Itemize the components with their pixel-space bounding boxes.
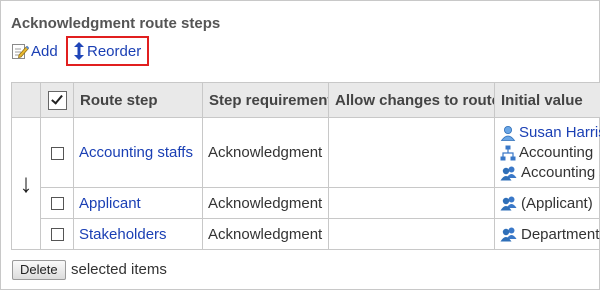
order-arrow-cell: ↓ bbox=[11, 117, 41, 250]
initial-value-cell: Department bbox=[494, 218, 600, 250]
initial-value-user-link[interactable]: Susan Harris bbox=[519, 124, 600, 141]
table-header-row: Route step Step requirement Allow change… bbox=[11, 82, 600, 118]
select-all-header bbox=[40, 82, 74, 118]
initial-value-item: Accounting s bbox=[500, 163, 600, 183]
row-checkbox[interactable] bbox=[50, 197, 64, 211]
row-checkbox[interactable] bbox=[50, 146, 64, 160]
route-step-cell: Stakeholders bbox=[73, 218, 203, 250]
initial-value-item: Department bbox=[500, 224, 600, 244]
initial-value-cell: Susan Harris Accounting Accounting s bbox=[494, 117, 600, 188]
initial-value-item: Susan Harris bbox=[500, 123, 600, 143]
initial-value-item: Accounting bbox=[500, 143, 600, 163]
initial-value-org: Accounting bbox=[519, 144, 594, 161]
row-checkbox-cell bbox=[40, 117, 74, 188]
table-row: Stakeholders Acknowledgment Department bbox=[12, 218, 600, 250]
initial-value-role: Accounting s bbox=[521, 164, 600, 181]
add-label: Add bbox=[31, 42, 58, 60]
allow-changes-header: Allow changes to route bbox=[328, 82, 495, 118]
users-group-icon bbox=[500, 196, 517, 211]
step-requirement-header: Step requirement bbox=[202, 82, 329, 118]
section-title: Acknowledgment route steps bbox=[11, 15, 221, 32]
route-steps-table: Route step Step requirement Allow change… bbox=[11, 82, 600, 250]
initial-value-item: (Applicant) bbox=[500, 193, 600, 213]
table-row: Applicant Acknowledgment (Applicant) bbox=[12, 187, 600, 219]
initial-value-cell: (Applicant) bbox=[494, 187, 600, 219]
row-checkbox[interactable] bbox=[50, 228, 64, 242]
route-step-link[interactable]: Applicant bbox=[79, 195, 141, 212]
up-down-arrow-icon bbox=[74, 42, 84, 60]
down-arrow-icon: ↓ bbox=[19, 168, 33, 198]
row-checkbox-cell bbox=[40, 187, 74, 219]
initial-value-role: Department bbox=[521, 225, 600, 243]
user-icon bbox=[500, 125, 516, 141]
delete-button[interactable]: Delete bbox=[12, 260, 66, 280]
table-row: ↓ Accounting staffs Acknowledgment Susan… bbox=[11, 117, 600, 250]
organization-icon bbox=[500, 145, 516, 160]
order-column-header bbox=[11, 82, 41, 118]
route-step-link[interactable]: Accounting staffs bbox=[79, 144, 193, 161]
edit-note-icon bbox=[12, 44, 29, 59]
reorder-link[interactable]: Reorder bbox=[66, 36, 150, 66]
initial-value-role: (Applicant) bbox=[521, 194, 593, 212]
route-step-cell: Applicant bbox=[73, 187, 203, 219]
allow-changes-cell bbox=[328, 187, 495, 219]
route-step-link[interactable]: Stakeholders bbox=[79, 226, 167, 243]
step-requirement-cell: Acknowledgment bbox=[202, 218, 329, 250]
select-all-checkbox[interactable] bbox=[47, 90, 67, 110]
users-group-icon bbox=[500, 166, 517, 180]
users-group-icon bbox=[500, 227, 517, 242]
step-requirement-cell: Acknowledgment bbox=[202, 187, 329, 219]
allow-changes-cell bbox=[328, 218, 495, 250]
allow-changes-cell bbox=[328, 117, 495, 188]
reorder-label: Reorder bbox=[87, 42, 142, 60]
row-checkbox-cell bbox=[40, 218, 74, 250]
route-step-header: Route step bbox=[73, 82, 203, 118]
initial-value-header: Initial value bbox=[494, 82, 600, 118]
add-link[interactable]: Add bbox=[11, 40, 58, 62]
step-requirement-cell: Acknowledgment bbox=[202, 117, 329, 188]
route-step-cell: Accounting staffs bbox=[73, 117, 203, 188]
selected-items-label: selected items bbox=[71, 261, 167, 278]
